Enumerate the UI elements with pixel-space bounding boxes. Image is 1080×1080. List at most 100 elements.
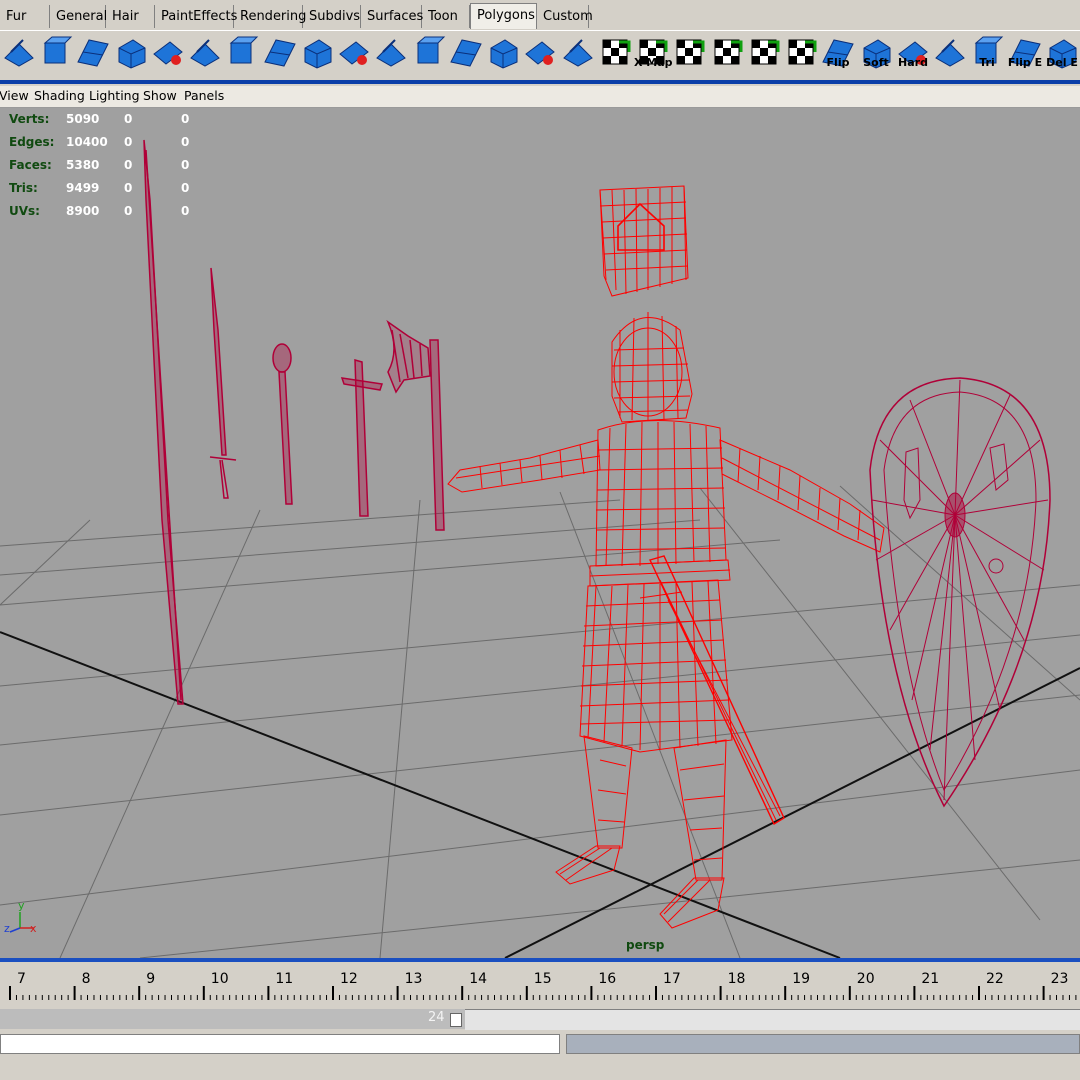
shelf-tab-surfaces[interactable]: Surfaces — [361, 5, 423, 28]
shelf-tab-custom[interactable]: Custom — [537, 5, 593, 28]
view-axis-gizmo: y x z — [4, 899, 37, 935]
axis-y-label: y — [18, 899, 25, 912]
soften-edge-shelf-button[interactable]: Soft — [858, 34, 894, 70]
shelf-tab-toon[interactable]: Toon — [422, 5, 470, 28]
frame-number-label: 9 — [146, 971, 156, 987]
frame-number-label: 10 — [210, 971, 229, 987]
menu-shading[interactable]: Shading — [34, 88, 85, 103]
split-polygon-shelf-button[interactable] — [113, 34, 149, 70]
frame-number-label: 20 — [856, 971, 875, 987]
delete-edge-shelf-button[interactable]: Del E — [1044, 34, 1080, 70]
sword-prop-wireframe — [209, 267, 237, 499]
hud-label: Edges: — [9, 135, 55, 149]
triangulate-shelf-button[interactable]: Tri — [969, 34, 1005, 70]
grid-line — [0, 519, 701, 576]
smooth-icon — [450, 39, 482, 67]
menu-show[interactable]: Show — [143, 88, 177, 103]
shelf-button-caption: Del E — [1046, 56, 1078, 69]
poly-sphere-shelf-button[interactable] — [1, 34, 37, 70]
reverse-shelf-button[interactable] — [932, 34, 968, 70]
menu-view[interactable]: View — [0, 88, 29, 103]
hud-total-value: 10400 — [66, 135, 108, 149]
grid-line — [0, 769, 1080, 906]
command-input[interactable] — [0, 1034, 560, 1054]
flip-edge-shelf-button[interactable]: Flip E — [1007, 34, 1043, 70]
uv-editor-shelf-button[interactable] — [783, 34, 819, 70]
poly-plane-icon — [77, 39, 109, 67]
shelf-tab-painteffects[interactable]: PaintEffects — [155, 5, 237, 28]
uv-checker-rotate-shelf-button[interactable] — [709, 34, 745, 70]
shelf-tab-polygons[interactable]: Polygons — [470, 3, 537, 29]
grid-line — [0, 584, 1080, 687]
uv-snapshot-shelf-button[interactable] — [746, 34, 782, 70]
grid-line — [559, 491, 741, 958]
append-polygon-icon — [339, 41, 369, 65]
shelf-button-caption: Tri — [979, 56, 995, 69]
hud-selected-value: 0 — [124, 135, 133, 149]
separate-icon — [525, 41, 555, 65]
merge-vertices-icon — [304, 39, 332, 69]
grid-line — [59, 509, 261, 958]
shelf-tab-general[interactable]: General — [50, 5, 107, 28]
extrude-edge-icon — [190, 39, 220, 67]
harden-edge-shelf-button[interactable]: Hard — [895, 34, 931, 70]
uv-checker-rotate-icon — [714, 39, 743, 65]
shelf-tab-rendering[interactable]: Rendering — [234, 5, 306, 28]
range-slider-bar[interactable] — [0, 1009, 465, 1029]
cut-faces-icon — [376, 39, 406, 67]
poly-cube-shelf-button[interactable] — [38, 34, 74, 70]
hud-other-value: 0 — [181, 181, 190, 195]
smooth-shelf-button[interactable] — [448, 34, 484, 70]
range-playback-field — [465, 1009, 1080, 1030]
collapse-icon — [416, 36, 446, 64]
extrude-face-shelf-button[interactable] — [150, 34, 186, 70]
bevel-shelf-button[interactable] — [224, 34, 260, 70]
wedge-face-shelf-button[interactable] — [262, 34, 298, 70]
polygons-shelf: X Map Flip Soft Hard Tri Flip E Del E — [0, 30, 1080, 75]
uv-snapshot-icon — [751, 39, 780, 65]
poly-plane-shelf-button[interactable] — [75, 34, 111, 70]
shelf-tab-fur[interactable]: Fur — [0, 5, 50, 28]
separate-shelf-button[interactable] — [522, 34, 558, 70]
texture-map-shelf-button[interactable]: X Map — [634, 34, 673, 70]
perspective-viewport[interactable]: y x z Verts: 5090 0 0 Edges: 10400 0 0 Faces: 538… — [0, 108, 1080, 958]
range-slider[interactable]: 24 — [0, 1006, 1080, 1030]
create-uvs-shelf-button[interactable] — [560, 34, 596, 70]
extrude-face-icon — [153, 41, 183, 65]
uv-checker-shelf-button[interactable] — [597, 34, 633, 70]
append-polygon-shelf-button[interactable] — [336, 34, 372, 70]
menu-panels[interactable]: Panels — [184, 88, 224, 103]
flip-normals-shelf-button[interactable]: Flip — [820, 34, 856, 70]
hud-other-value: 0 — [181, 112, 190, 126]
shelf-tab-hair[interactable]: Hair — [106, 5, 155, 28]
menu-lighting[interactable]: Lighting — [89, 88, 140, 103]
grid-line — [0, 499, 621, 547]
time-slider[interactable]: 7 8 9 10 11 12 13 14 15 16 17 18 19 20 21 22 23 — [0, 962, 1080, 1004]
axis-z-label: z — [4, 922, 10, 935]
split-polygon-icon — [118, 39, 146, 69]
uv-layout-shelf-button[interactable] — [671, 34, 707, 70]
range-end-handle[interactable] — [450, 1013, 462, 1027]
hud-selected-value: 0 — [124, 181, 133, 195]
frame-number-label: 14 — [469, 971, 488, 987]
frame-number-label: 15 — [533, 971, 552, 987]
grid-line — [379, 499, 421, 958]
frame-number-label: 8 — [81, 971, 91, 987]
create-uvs-icon — [563, 39, 593, 67]
grid-line — [0, 694, 1080, 816]
grid-axes — [0, 631, 1080, 958]
shield-wireframe — [869, 377, 1051, 808]
poly-sphere-icon — [4, 39, 34, 67]
hud-total-value: 5380 — [66, 158, 100, 172]
cut-faces-shelf-button[interactable] — [373, 34, 409, 70]
shelf-tab-subdivs[interactable]: Subdivs — [303, 5, 361, 28]
frame-number-label: 22 — [986, 971, 1004, 987]
hammer-wireframe — [340, 358, 383, 517]
merge-vertices-shelf-button[interactable] — [299, 34, 335, 70]
extrude-edge-shelf-button[interactable] — [187, 34, 223, 70]
helmet-wireframe — [599, 185, 689, 297]
combine-shelf-button[interactable] — [485, 34, 521, 70]
collapse-shelf-button[interactable] — [411, 34, 447, 70]
combine-icon — [490, 39, 518, 69]
command-result-field — [566, 1034, 1080, 1054]
